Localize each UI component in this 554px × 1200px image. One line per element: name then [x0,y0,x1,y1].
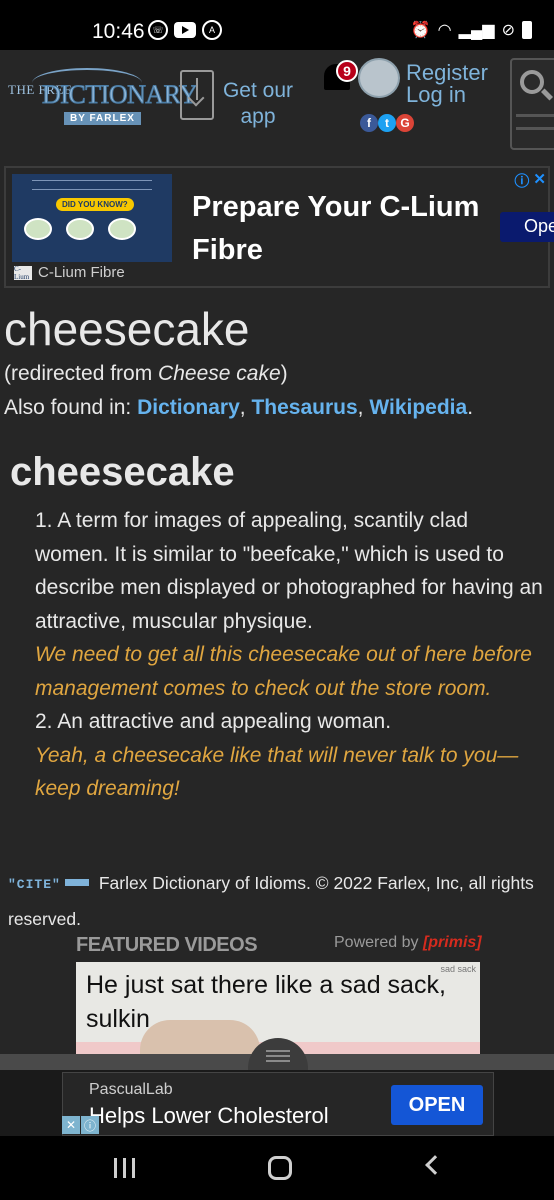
provider-logo[interactable]: [primis] [423,934,482,951]
menu-lines-icon [516,114,554,140]
ad-open-button[interactable]: Ope [500,212,554,242]
sense-example: We need to get all this cheesecake out o… [35,643,532,700]
ad-brand-logo: C-Lium [14,265,32,281]
bottom-ad-close-icon[interactable]: ✕ [62,1116,80,1134]
ad-banner[interactable]: DID YOU KNOW? C-Lium C-Lium Fibre Prepar… [4,166,554,288]
sense-text: 1. A term for images of appealing, scant… [35,509,543,633]
advertiser-name: PascualLab [89,1081,173,1098]
video-hand [140,1020,260,1054]
ad-title[interactable]: Prepare Your C-Lium Fibre [192,186,502,272]
video-corner-label: sad sack [440,964,476,974]
citation: "CITE" Farlex Dictionary of Idioms. © 202… [8,866,548,936]
home-icon[interactable] [268,1156,292,1180]
get-app-link[interactable]: Get our app [218,78,298,130]
bottom-ad[interactable]: PascualLab Helps Lower Cholesterol OPEN … [0,1070,554,1136]
found-in-label: Also found in: [4,396,138,419]
wifi-icon: ◠ [437,22,452,39]
found-in-sep: , [357,396,370,419]
ad-headline[interactable]: Helps Lower Cholesterol [89,1103,329,1129]
bottom-ad-open-button[interactable]: OPEN [391,1085,483,1125]
ad-image-badge: DID YOU KNOW? [56,198,134,211]
redirect-term: Cheese cake [158,362,281,385]
search-icon [520,70,544,94]
download-app-icon[interactable] [180,70,214,120]
ad-image[interactable]: DID YOU KNOW? [12,174,172,262]
notification-icons: ☏ A [148,20,222,40]
video-caption: He just sat there like a sad sack, sulki… [86,971,446,1033]
definition-headword: cheesecake [10,450,235,494]
cite-arrow-icon [64,879,89,886]
ad-info-icon[interactable]: ⓘ [514,170,529,191]
ad-brand-name: C-Lium Fibre [38,264,125,281]
system-nav-bar [0,1136,554,1200]
user-avatar[interactable] [358,58,400,98]
youtube-icon [174,22,196,38]
whatsapp-icon: ☏ [148,20,168,40]
login-link[interactable]: Log in [406,84,466,106]
redirect-suffix: ) [280,362,288,385]
link-wikipedia[interactable]: Wikipedia [369,396,467,419]
drag-line [266,1050,290,1052]
translate-icon: A [202,20,222,40]
status-bar: 10:46 ☏ A ⏰ ◠ ▂▄▆ ⊘ [0,0,554,50]
sense-example: Yeah, a cheesecake like that will never … [35,743,519,801]
search-icon-handle [540,88,554,101]
drag-line [266,1055,290,1057]
ad-image-lines [32,180,152,190]
notification-badge: 9 [336,60,358,82]
bottom-ad-card[interactable]: PascualLab Helps Lower Cholesterol OPEN [62,1072,494,1136]
ad-brand[interactable]: C-Lium C-Lium Fibre [14,264,125,281]
facebook-icon[interactable]: f [360,114,378,132]
link-thesaurus[interactable]: Thesaurus [251,396,357,419]
sense-text: 2. An attractive and appealing woman. [35,710,392,733]
recents-icon[interactable] [114,1158,135,1178]
redirect-note: (redirected from Cheese cake) [4,362,288,386]
back-icon[interactable] [425,1155,445,1175]
system-icons: ⏰ ◠ ▂▄▆ ⊘ [411,20,532,40]
notifications-button[interactable]: 9 [322,60,358,96]
ad-image-cups [24,218,136,240]
dnd-icon: ⊘ [501,22,515,39]
definition-body: 1. A term for images of appealing, scant… [35,504,547,806]
ad-controls: ⓘ ✕ [514,170,546,191]
google-icon[interactable]: G [396,114,414,132]
ad-close-icon[interactable]: ✕ [533,170,546,191]
alarm-icon: ⏰ [410,22,431,39]
social-login: f t G [360,114,414,132]
bottom-ad-controls: ✕ ⓘ [62,1116,100,1134]
page-title: cheesecake [4,303,250,355]
logo-sub: BY FARLEX [64,112,141,125]
also-found-in: Also found in: Dictionary, Thesaurus, Wi… [4,396,473,420]
redirect-prefix: (redirected from [4,362,159,385]
signal-icon: ▂▄▆ [458,22,495,39]
site-logo[interactable]: THE FREE DICTIONARY BY FARLEX [2,68,198,130]
featured-videos-label: FEATURED VIDEOS [76,934,258,956]
powered-by: Powered by [primis] [334,934,482,952]
twitter-icon[interactable]: t [378,114,396,132]
powered-by-label: Powered by [334,934,423,951]
link-dictionary[interactable]: Dictionary [137,396,240,419]
register-link[interactable]: Register [406,62,488,84]
found-in-end: . [467,396,474,419]
site-header: THE FREE DICTIONARY BY FARLEX Get our ap… [0,50,554,160]
logo-main: DICTIONARY [41,80,198,110]
search-button[interactable] [510,58,554,150]
found-in-sep: , [239,396,252,419]
battery-icon [522,21,532,39]
bottom-ad-info-icon[interactable]: ⓘ [81,1116,99,1134]
drag-line [266,1060,290,1062]
status-time: 10:46 [92,20,145,43]
cite-button[interactable]: "CITE" [8,868,61,902]
